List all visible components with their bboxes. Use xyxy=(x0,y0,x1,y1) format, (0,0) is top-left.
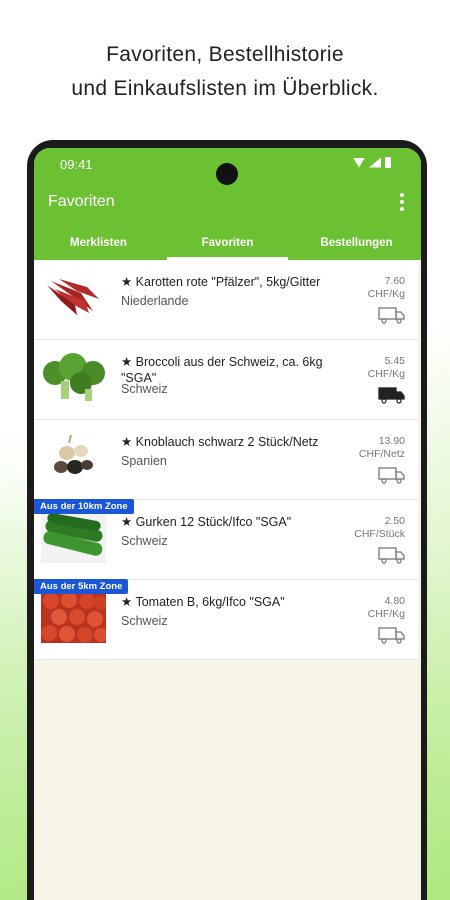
wifi-icon xyxy=(353,157,365,168)
tab-favoriten[interactable]: Favoriten xyxy=(163,234,292,260)
product-name: ★ Knoblauch schwarz 2 Stück/Netz xyxy=(121,435,319,449)
product-price: 13.90 CHF/Netz xyxy=(359,435,405,461)
garlic-image xyxy=(54,434,93,474)
battery-icon xyxy=(385,157,391,168)
price-value: 7.60 xyxy=(384,275,405,287)
delivery-truck-icon[interactable] xyxy=(378,386,405,404)
product-origin: Schweiz xyxy=(121,614,168,628)
broccoli-image xyxy=(43,353,105,401)
product-price: 4.80 CHF/Kg xyxy=(368,595,405,621)
product-origin: Schweiz xyxy=(121,382,168,396)
status-icons xyxy=(353,157,391,168)
page-title: Favoriten xyxy=(48,193,115,210)
tab-label: Merklisten xyxy=(70,237,127,249)
zone-badge: Aus der 5km Zone xyxy=(34,579,129,594)
list-item[interactable]: ★ Knoblauch schwarz 2 Stück/Netz Spanien… xyxy=(34,420,418,500)
favorites-list: ★ Karotten rote "Pfälzer", 5kg/Gitter Ni… xyxy=(34,260,421,660)
tab-merklisten[interactable]: Merklisten xyxy=(34,234,163,260)
camera-cutout xyxy=(216,163,238,185)
delivery-truck-icon[interactable] xyxy=(378,306,405,324)
product-price: 2.50 CHF/Stück xyxy=(354,515,405,541)
zone-badge: Aus der 10km Zone xyxy=(34,499,134,514)
tab-bestellungen[interactable]: Bestellungen xyxy=(292,234,421,260)
promo-headline: Favoriten, Bestellhistorie und Einkaufsl… xyxy=(0,38,450,106)
product-origin: Schweiz xyxy=(121,534,168,548)
list-item[interactable]: Aus der 5km Zone ★ Tomaten B, 6kg/Ifco "… xyxy=(34,579,418,660)
product-price: 5.45 CHF/Kg xyxy=(368,355,405,381)
price-unit: CHF/Kg xyxy=(367,608,405,620)
price-value: 5.45 xyxy=(384,355,405,367)
cucumber-image xyxy=(41,511,106,563)
product-name: ★ Tomaten B, 6kg/Ifco "SGA" xyxy=(121,595,285,609)
product-origin: Niederlande xyxy=(121,294,189,308)
delivery-truck-icon[interactable] xyxy=(378,546,405,564)
headline-line-2: und Einkaufslisten im Überblick. xyxy=(71,77,379,100)
list-item[interactable]: ★ Karotten rote "Pfälzer", 5kg/Gitter Ni… xyxy=(34,260,418,340)
delivery-truck-icon[interactable] xyxy=(378,466,405,484)
app-screen: 09:41 Favoriten Merklisten Favoriten Bes… xyxy=(34,148,421,900)
tab-label: Bestellungen xyxy=(320,237,393,249)
tab-label: Favoriten xyxy=(201,237,254,249)
price-value: 4.80 xyxy=(384,595,405,607)
price-unit: CHF/Kg xyxy=(367,288,405,300)
product-origin: Spanien xyxy=(121,454,167,468)
product-name: ★ Gurken 12 Stück/Ifco "SGA" xyxy=(121,515,292,529)
app-bar: 09:41 Favoriten Merklisten Favoriten Bes… xyxy=(34,148,421,260)
price-unit: CHF/Netz xyxy=(358,448,405,460)
carrot-image xyxy=(47,279,99,315)
product-name: ★ Karotten rote "Pfälzer", 5kg/Gitter xyxy=(121,275,321,289)
list-item[interactable]: Aus der 10km Zone ★ Gurken 12 Stück/Ifco… xyxy=(34,499,418,580)
overflow-menu-icon[interactable] xyxy=(399,193,405,211)
status-time: 09:41 xyxy=(60,157,93,172)
price-value: 2.50 xyxy=(384,515,405,527)
list-item[interactable]: ★ Broccoli aus der Schweiz, ca. 6kg "SGA… xyxy=(34,340,418,420)
price-unit: CHF/Kg xyxy=(367,368,405,380)
product-price: 7.60 CHF/Kg xyxy=(368,275,405,301)
price-value: 13.90 xyxy=(378,435,405,447)
delivery-truck-icon[interactable] xyxy=(378,626,405,644)
tab-bar: Merklisten Favoriten Bestellungen xyxy=(34,234,421,260)
tomato-image xyxy=(41,591,106,643)
price-unit: CHF/Stück xyxy=(354,528,405,540)
headline-line-1: Favoriten, Bestellhistorie xyxy=(106,43,344,66)
signal-icon xyxy=(369,157,381,168)
